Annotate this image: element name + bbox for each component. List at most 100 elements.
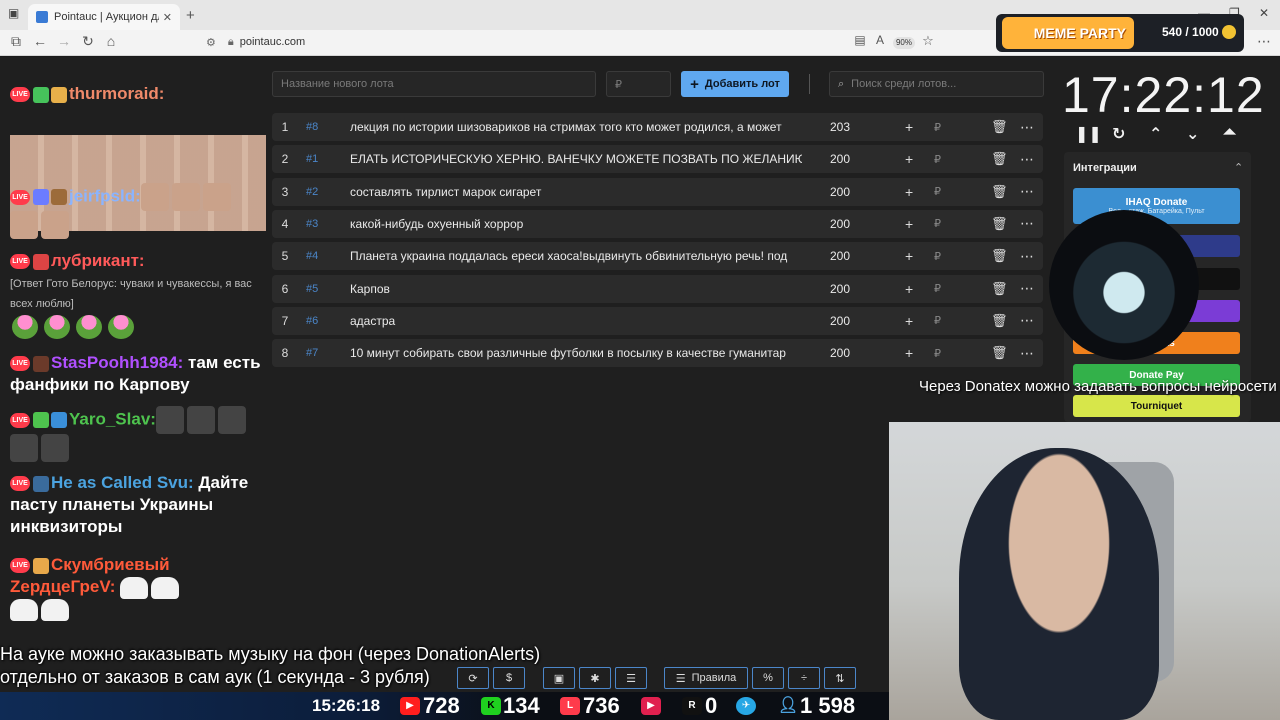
close-tab-icon[interactable]: ✕ [163,11,172,24]
reset-icon[interactable]: ↻ [1112,124,1125,144]
archive-button[interactable]: ☰ [615,667,647,689]
ruble-icon[interactable]: ₽ [934,217,941,230]
lot-row[interactable]: 3 #2 составлять тирлист марок сигарет 200 + ₽… [272,177,1043,206]
delete-icon[interactable]: 🗑︎ [991,345,1008,361]
face-emote [171,183,200,211]
translate-icon[interactable]: A [870,33,890,47]
new-lot-input[interactable]: Название нового лота [272,71,596,97]
browser-tab[interactable]: Pointauc | Аукцион для стримеров ✕ [28,4,180,30]
add-amount-icon[interactable]: + [905,151,913,167]
reader-icon[interactable]: ▤ [850,33,870,47]
lot-row[interactable]: 8 #7 10 минут собирать свои различные футб… [272,339,1043,368]
favorite-star-icon[interactable]: ☆ [918,33,938,49]
forward-icon[interactable]: → [54,33,74,49]
emote-icon [51,86,67,103]
add-amount-icon[interactable]: + [905,281,913,297]
lot-name[interactable]: ЕЛАТЬ ИСТОРИЧЕСКУЮ ХЕРНЮ. ВАНЕЧКУ МОЖЕТЕ… [350,152,802,166]
sort-button[interactable]: ⇅ [824,667,856,689]
add-amount-icon[interactable]: + [905,119,913,135]
lot-name[interactable]: адастра [350,314,802,328]
bug-button[interactable]: ✱ [579,667,611,689]
sidebar-icon[interactable]: ⧉ [6,33,26,50]
lot-row[interactable]: 5 #4 Планета украина поддалась ереси хаоса… [272,242,1043,271]
back-icon[interactable]: ← [30,33,50,49]
delete-icon[interactable]: 🗑︎ [991,313,1008,329]
chevron-up-icon[interactable]: ⌃ [1149,124,1162,144]
lot-index: 1 [281,120,289,134]
lot-amount: 203 [830,120,851,134]
double-chevron-up-icon[interactable]: ⏶ [1223,124,1236,142]
more-icon[interactable]: ⋯ [1020,345,1034,362]
lot-id: #4 [298,250,342,262]
home-icon[interactable]: ⌂ [101,33,121,49]
lot-name[interactable]: Карпов [350,282,802,296]
add-amount-icon[interactable]: + [905,345,913,361]
meme-party-counter: 540 / 1000 [1162,25,1219,39]
plus-icon: + [690,75,699,93]
more-icon[interactable]: ⋯ [1020,215,1034,232]
tab-actions-icon[interactable]: ▣ [8,6,19,20]
rules-button[interactable]: ☰ Правила [664,667,748,689]
site-info-icon[interactable]: ⚙ [206,36,216,49]
zoom-indicator[interactable]: 90% [893,37,915,49]
integration-button[interactable]: Tourniquet [1073,395,1240,417]
lot-name[interactable]: Планета украина поддалась ереси хаоса!вы… [350,249,802,263]
collapse-icon[interactable]: ⌃ [1234,161,1243,174]
add-amount-icon[interactable]: + [905,216,913,232]
emote-icon [33,253,49,270]
ruble-icon[interactable]: ₽ [934,282,941,295]
lot-name[interactable]: какой-нибудь охуенный хоррор [350,217,802,231]
percent-button[interactable]: % [752,667,784,689]
ruble-icon[interactable]: ₽ [934,121,941,134]
badge-icon [33,189,49,205]
lot-id-text: #4 [306,250,319,263]
ruble-icon[interactable]: ₽ [934,153,941,166]
lock-icon: 🔒︎ [227,35,234,48]
more-icon[interactable]: ⋯ [1020,183,1034,200]
delete-icon[interactable]: 🗑︎ [991,119,1008,135]
new-tab-icon[interactable]: + [186,7,195,24]
more-icon[interactable]: ⋯ [1020,119,1034,136]
lot-index: 3 [281,184,289,199]
more-icon[interactable]: ⋯ [1020,151,1034,168]
chat-reply: [Ответ Гото Белорус: чуваки и чувакессы,… [10,278,252,310]
face-emote [41,434,69,462]
more-icon[interactable]: ⋯ [1020,248,1034,265]
chat-username: лубрикант: [51,251,145,270]
add-amount-icon[interactable]: + [905,313,913,329]
reload-icon[interactable]: ↻ [78,33,98,50]
ruble-icon[interactable]: ₽ [934,347,941,360]
ruble-icon[interactable]: ₽ [934,250,941,263]
delete-icon[interactable]: 🗑︎ [991,281,1008,297]
more-icon[interactable]: ⋯ [1020,312,1034,329]
delete-icon[interactable]: 🗑︎ [991,248,1008,264]
address-bar[interactable]: ⚙ 🔒︎ pointauc.com [200,31,945,53]
pause-icon[interactable]: ❚❚ [1075,124,1102,144]
ruble-icon[interactable]: ₽ [934,185,941,198]
lot-row[interactable]: 4 #3 какой-нибудь охуенный хоррор 200 + ₽ 🗑︎ ⋯ [272,209,1043,238]
more-icon[interactable]: ⋯ [1020,280,1034,297]
lot-row[interactable]: 2 #1 ЕЛАТЬ ИСТОРИЧЕСКУЮ ХЕРНЮ. ВАНЕЧКУ МОЖ… [272,145,1043,174]
lot-name[interactable]: составлять тирлист марок сигарет [350,185,802,199]
menu-icon[interactable]: ⋯ [1254,33,1274,50]
add-lot-button[interactable]: + Добавить лот [681,71,789,97]
chevron-down-timer-icon[interactable]: ⌄ [1186,124,1199,144]
add-amount-icon[interactable]: + [905,248,913,264]
lot-row[interactable]: 6 #5 Карпов 200 + ₽ 🗑︎ ⋯ [272,274,1043,303]
add-amount-icon[interactable]: + [905,184,913,200]
amount-input[interactable]: ₽ [606,71,671,97]
save-button[interactable]: ▣ [543,667,575,689]
close-window-icon[interactable]: ✕ [1259,6,1269,20]
search-lots-input[interactable]: ⌕ Поиск среди лотов... [829,71,1044,97]
delete-icon[interactable]: 🗑︎ [991,184,1008,200]
face-emote [140,183,169,211]
lot-name[interactable]: 10 минут собирать свои различные футболк… [350,346,802,360]
delete-icon[interactable]: 🗑︎ [991,151,1008,167]
lot-name[interactable]: лекция по истории шизовариков на стримах… [350,120,802,134]
delete-icon[interactable]: 🗑︎ [991,216,1008,232]
lot-row[interactable]: 1 #8 лекция по истории шизовариков на стри… [272,113,1043,141]
lot-row[interactable]: 7 #6 адастра 200 + ₽ 🗑︎ ⋯ [272,306,1043,335]
cat-emote [120,576,149,599]
ruble-icon[interactable]: ₽ [934,314,941,327]
split-button[interactable]: ÷ [788,667,820,689]
